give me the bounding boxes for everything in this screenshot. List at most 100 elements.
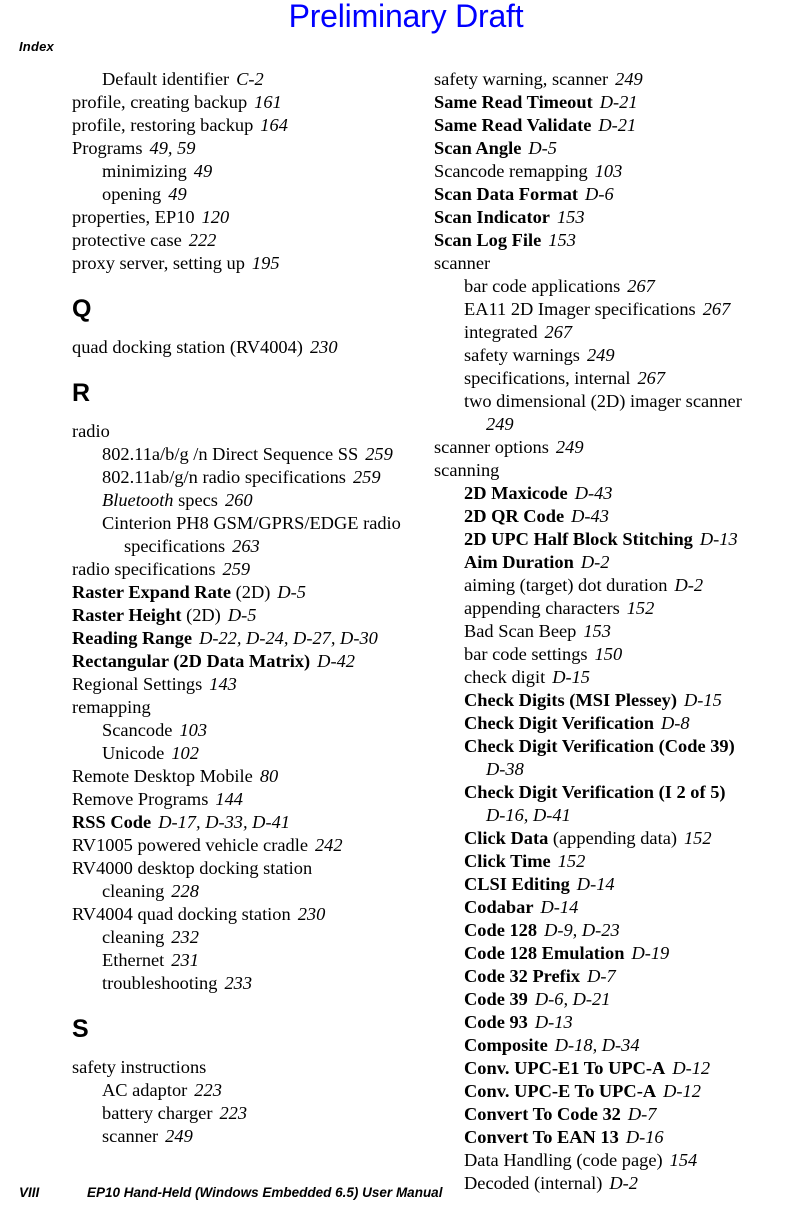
index-entry-pages[interactable]: D-14 xyxy=(577,874,615,894)
index-entry[interactable]: radio xyxy=(72,420,408,443)
index-entry[interactable]: Click Time 152 xyxy=(464,850,770,873)
index-entry[interactable]: two dimensional (2D) imager scanner 249 xyxy=(464,390,770,436)
index-entry[interactable]: battery charger 223 xyxy=(102,1102,408,1125)
index-entry[interactable]: safety instructions xyxy=(72,1056,408,1079)
index-entry-pages[interactable]: D-15 xyxy=(684,690,722,710)
index-entry[interactable]: Convert To Code 32 D-7 xyxy=(464,1103,770,1126)
index-entry[interactable]: 802.11a/b/g /n Direct Sequence SS 259 xyxy=(102,443,408,466)
index-entry[interactable]: Scan Log File 153 xyxy=(434,229,770,252)
index-entry-pages[interactable]: D-15 xyxy=(552,667,590,687)
index-entry[interactable]: Check Digit Verification (Code 39) D-38 xyxy=(464,735,770,781)
index-entry[interactable]: RV4000 desktop docking station xyxy=(72,857,408,880)
index-entry-pages[interactable]: 249 xyxy=(556,437,584,457)
index-entry[interactable]: Cinterion PH8 GSM/GPRS/EDGE radio specif… xyxy=(102,512,408,558)
index-entry[interactable]: scanning xyxy=(434,459,770,482)
index-entry-pages[interactable]: 267 xyxy=(703,299,731,319)
index-entry-pages[interactable]: D-2 xyxy=(581,552,610,572)
index-entry[interactable]: Same Read Validate D-21 xyxy=(434,114,770,137)
index-entry[interactable]: scanner xyxy=(434,252,770,275)
index-entry-pages[interactable]: D-18, D-34 xyxy=(555,1035,640,1055)
index-entry-pages[interactable]: 153 xyxy=(557,207,585,227)
index-entry-pages[interactable]: 161 xyxy=(254,92,282,112)
index-entry[interactable]: specifications, internal 267 xyxy=(464,367,770,390)
index-entry[interactable]: safety warning, scanner 249 xyxy=(434,68,770,91)
index-entry[interactable]: Click Data (appending data) 152 xyxy=(464,827,770,850)
index-entry-pages[interactable]: 103 xyxy=(179,720,207,740)
index-entry[interactable]: Code 32 Prefix D-7 xyxy=(464,965,770,988)
index-entry[interactable]: protective case 222 xyxy=(72,229,408,252)
index-entry-pages[interactable]: D-7 xyxy=(628,1104,657,1124)
index-entry-pages[interactable]: D-21 xyxy=(598,115,636,135)
index-entry-pages[interactable]: 231 xyxy=(171,950,199,970)
index-entry[interactable]: Code 128 D-9, D-23 xyxy=(464,919,770,942)
index-entry-pages[interactable]: 120 xyxy=(202,207,230,227)
index-entry-pages[interactable]: 80 xyxy=(260,766,278,786)
index-entry-pages[interactable]: 249 xyxy=(615,69,643,89)
index-entry-pages[interactable]: 153 xyxy=(583,621,611,641)
index-entry[interactable]: opening 49 xyxy=(102,183,408,206)
index-entry[interactable]: scanner 249 xyxy=(102,1125,408,1148)
index-entry-pages[interactable]: 267 xyxy=(627,276,655,296)
index-entry-pages[interactable]: 223 xyxy=(219,1103,247,1123)
index-entry-pages[interactable]: 103 xyxy=(595,161,623,181)
index-entry[interactable]: aiming (target) dot duration D-2 xyxy=(464,574,770,597)
index-entry[interactable]: Unicode 102 xyxy=(102,742,408,765)
index-entry[interactable]: 2D UPC Half Block Stitching D-13 xyxy=(464,528,770,551)
index-entry-pages[interactable]: D-42 xyxy=(317,651,355,671)
index-entry-pages[interactable]: D-16, D-41 xyxy=(486,805,571,825)
index-entry[interactable]: cleaning 232 xyxy=(102,926,408,949)
index-entry[interactable]: EA11 2D Imager specifications 267 xyxy=(464,298,770,321)
index-entry[interactable]: Raster Expand Rate (2D) D-5 xyxy=(72,581,408,604)
index-entry[interactable]: Ethernet 231 xyxy=(102,949,408,972)
index-entry[interactable]: Codabar D-14 xyxy=(464,896,770,919)
index-entry-pages[interactable]: D-12 xyxy=(672,1058,710,1078)
index-entry[interactable]: 802.11ab/g/n radio specifications 259 xyxy=(102,466,408,489)
index-entry-pages[interactable]: 195 xyxy=(252,253,280,273)
index-entry[interactable]: Data Handling (code page) 154 xyxy=(464,1149,770,1172)
index-entry-pages[interactable]: 267 xyxy=(545,322,573,342)
index-entry-pages[interactable]: 223 xyxy=(194,1080,222,1100)
index-entry-pages[interactable]: D-38 xyxy=(486,759,524,779)
index-entry[interactable]: Rectangular (2D Data Matrix) D-42 xyxy=(72,650,408,673)
index-entry-pages[interactable]: 228 xyxy=(171,881,199,901)
index-entry-pages[interactable]: C-2 xyxy=(236,69,264,89)
index-entry[interactable]: Bad Scan Beep 153 xyxy=(464,620,770,643)
index-entry[interactable]: Check Digit Verification D-8 xyxy=(464,712,770,735)
index-entry-pages[interactable]: 164 xyxy=(260,115,288,135)
index-entry-pages[interactable]: 150 xyxy=(595,644,623,664)
index-entry[interactable]: 2D Maxicode D-43 xyxy=(464,482,770,505)
index-entry[interactable]: Composite D-18, D-34 xyxy=(464,1034,770,1057)
index-entry-pages[interactable]: D-19 xyxy=(631,943,669,963)
index-entry-pages[interactable]: 267 xyxy=(637,368,665,388)
index-entry-pages[interactable]: D-43 xyxy=(575,483,613,503)
index-entry-pages[interactable]: 259 xyxy=(223,559,251,579)
index-entry[interactable]: Scan Angle D-5 xyxy=(434,137,770,160)
index-entry-pages[interactable]: 49 xyxy=(168,184,186,204)
index-entry-pages[interactable]: 242 xyxy=(315,835,343,855)
index-entry-pages[interactable]: 230 xyxy=(310,337,338,357)
index-entry[interactable]: Check Digits (MSI Plessey) D-15 xyxy=(464,689,770,712)
index-entry[interactable]: RV1005 powered vehicle cradle 242 xyxy=(72,834,408,857)
index-entry-pages[interactable]: 49, 59 xyxy=(150,138,196,158)
index-entry-pages[interactable]: 230 xyxy=(298,904,326,924)
index-entry[interactable]: scanner options 249 xyxy=(434,436,770,459)
index-entry-pages[interactable]: D-2 xyxy=(674,575,703,595)
index-entry-pages[interactable]: D-5 xyxy=(277,582,306,602)
index-entry[interactable]: radio specifications 259 xyxy=(72,558,408,581)
index-entry-pages[interactable]: 49 xyxy=(194,161,212,181)
index-entry-pages[interactable]: D-14 xyxy=(541,897,579,917)
index-entry-pages[interactable]: D-7 xyxy=(587,966,616,986)
index-entry[interactable]: quad docking station (RV4004) 230 xyxy=(72,336,408,359)
index-entry-pages[interactable]: 143 xyxy=(209,674,237,694)
index-entry[interactable]: Conv. UPC-E To UPC-A D-12 xyxy=(464,1080,770,1103)
index-entry[interactable]: remapping xyxy=(72,696,408,719)
index-entry[interactable]: Convert To EAN 13 D-16 xyxy=(464,1126,770,1149)
index-entry-pages[interactable]: D-8 xyxy=(661,713,690,733)
index-entry[interactable]: RV4004 quad docking station 230 xyxy=(72,903,408,926)
index-entry-pages[interactable]: 249 xyxy=(165,1126,193,1146)
index-entry-pages[interactable]: D-6 xyxy=(585,184,614,204)
index-entry[interactable]: CLSI Editing D-14 xyxy=(464,873,770,896)
index-entry-pages[interactable]: 259 xyxy=(353,467,381,487)
index-entry[interactable]: integrated 267 xyxy=(464,321,770,344)
index-entry[interactable]: AC adaptor 223 xyxy=(102,1079,408,1102)
